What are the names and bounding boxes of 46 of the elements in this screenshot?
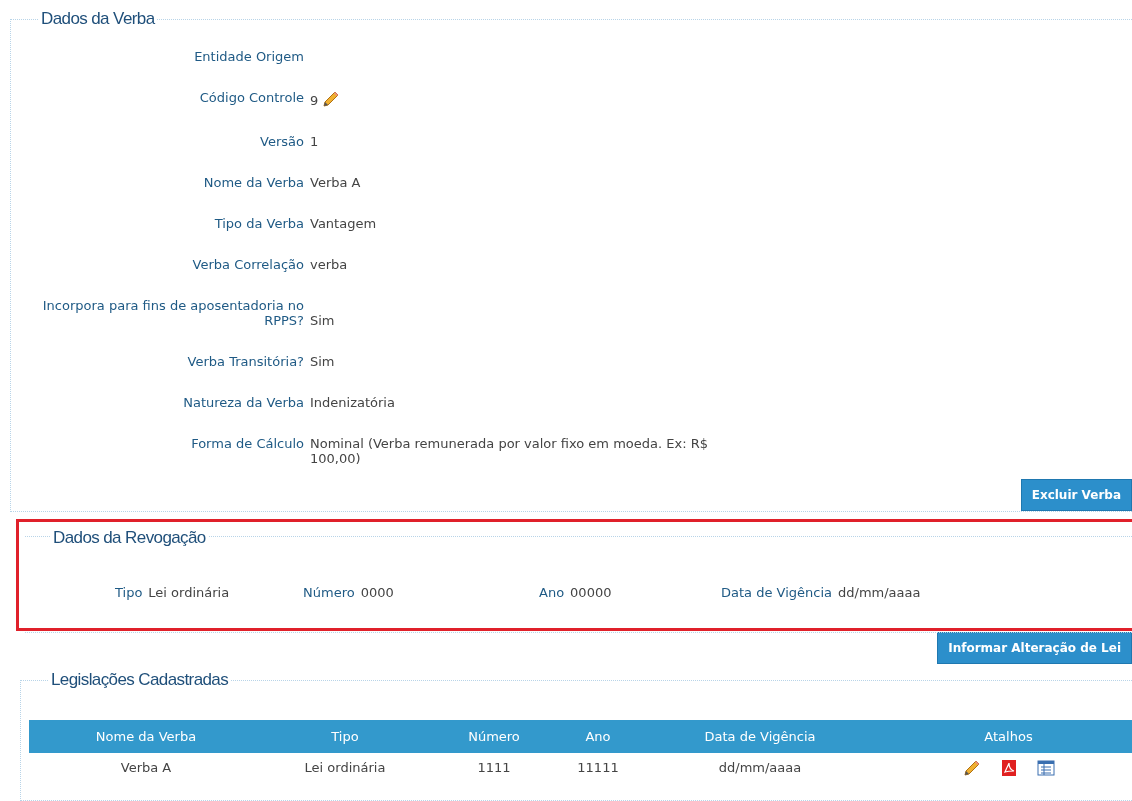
pdf-icon[interactable] [1000,758,1017,777]
field-label: Tipo [115,585,143,600]
table-cell: dd/mm/aaaa [635,753,885,782]
field-label: Forma de Cálculo [190,435,304,453]
field-label: Nome da Verba [202,174,304,192]
column-header: Nome da Verba [29,720,263,753]
field-label: Ano [539,585,565,600]
table-cell: 11111 [561,753,635,782]
pencil-icon[interactable] [962,758,981,777]
table-icon[interactable] [1036,759,1055,776]
field-value: 00000 [570,585,612,600]
field-label: Incorpora para fins de aposentadoria no RPPS? [41,297,304,330]
section-title: Legislações Cadastradas [49,670,231,690]
field-label: Código Controle [198,89,304,107]
column-header: Tipo [263,720,427,753]
field-label: Número [303,585,355,600]
field-value: Indenizatória [310,395,395,410]
table-cell: Verba A [29,753,263,782]
column-header: Ano [561,720,635,753]
field-value: Vantagem [310,216,377,231]
field-label: Versão [259,133,304,151]
field-value: 9 [310,93,319,108]
column-header: Número [427,720,561,753]
field-value: Lei ordinária [148,585,230,600]
field-value: Sim [310,313,335,328]
table-cell: Lei ordinária [263,753,427,782]
field-label: Data de Vigência [721,585,832,600]
table-cell: 1111 [427,753,561,782]
field-value: Verba A [310,175,361,190]
field-value: Sim [310,354,335,369]
field-value: verba [310,257,348,272]
delete-button[interactable]: Excluir Verba [1020,479,1132,511]
field-value: 1 [310,134,319,149]
field-value: Nominal (Verba remunerada por valor fixo em moeda. Ex: R$ 100,00) [310,436,709,466]
column-header: Atalhos [885,720,1132,753]
field-value: 0000 [360,585,394,600]
field-value: dd/mm/aaaa [838,585,921,600]
field-label: Natureza da Verba [182,394,304,412]
field-label: Tipo da Verba [213,215,304,233]
column-header: Data de Vigência [635,720,885,753]
pencil-icon[interactable] [322,90,341,108]
field-label: Entidade Origem [193,48,304,66]
inform-law-change-button[interactable]: Informar Alteração de Lei [937,632,1132,664]
field-label: Verba Correlação [191,256,304,274]
field-label: Verba Transitória? [186,353,304,371]
section-title: Dados da Revogação [51,528,208,548]
